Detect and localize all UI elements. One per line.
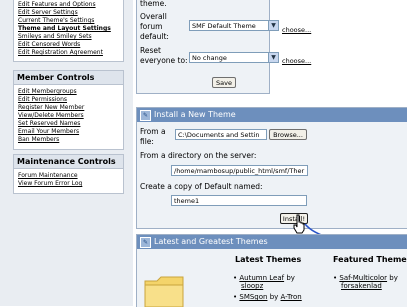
sidebar-link-current-theme[interactable]: Current Theme's Settings — [14, 17, 123, 25]
overall-choose-link[interactable]: choose... — [282, 26, 311, 34]
chevron-down-icon: ▼ — [268, 21, 278, 30]
save-button[interactable]: Save — [212, 77, 236, 88]
overall-theme-value: SMF Default Theme — [192, 22, 256, 30]
browse-button[interactable]: Browse... — [269, 129, 307, 140]
sidebar-link-error-log[interactable]: View Forum Error Log — [14, 180, 123, 188]
sidebar-link-registration-agreement[interactable]: Edit Registration Agreement — [14, 49, 123, 57]
maintenance-controls-title: Maintenance Controls — [14, 155, 123, 169]
latest-themes-box: ✎ Latest and Greatest Themes Latest Them… — [136, 234, 407, 307]
sidebar-link-features[interactable]: Edit Features and Options — [14, 1, 123, 9]
latest-themes-heading: Latest Themes — [235, 255, 302, 264]
featured-theme-link[interactable]: Saf-Multicolor — [339, 274, 387, 282]
sidebar-link-membergroups[interactable]: Edit Membergroups — [14, 88, 123, 96]
featured-theme-by: by — [389, 274, 398, 282]
install-theme-title: Install a New Theme — [154, 110, 236, 119]
latest-theme-by: by — [286, 274, 295, 282]
featured-theme-item: • Saf-Multicolor by — [333, 274, 398, 282]
theme-file-input[interactable]: C:\Documents and Settin — [175, 129, 267, 140]
latest-theme-link[interactable]: Autumn Leaf — [239, 274, 284, 282]
chevron-down-icon: ▼ — [268, 53, 278, 62]
latest-themes-title: Latest and Greatest Themes — [154, 237, 268, 246]
sidebar-panel-maintenance: Maintenance Controls Forum Maintenance V… — [13, 154, 124, 194]
theme-icon: ✎ — [140, 237, 151, 248]
theme-directory-input[interactable]: /home/mambosup/public_html/smf/Ther — [171, 165, 308, 176]
featured-theme-heading: Featured Theme — [333, 255, 407, 264]
settings-top-text: theme. — [140, 0, 167, 8]
sidebar-link-reserved-names[interactable]: Set Reserved Names — [14, 120, 123, 128]
sidebar-link-theme-layout[interactable]: Theme and Layout Settings — [14, 25, 123, 33]
reset-theme-value: No change — [192, 54, 227, 62]
latest-theme-by: by — [269, 293, 279, 301]
featured-theme-author-link[interactable]: forsakenlad — [341, 282, 382, 290]
bullet-icon: • — [233, 293, 238, 301]
copy-default-label: Create a copy of Default named: — [140, 182, 263, 191]
sidebar-link-smileys[interactable]: Smileys and Smiley Sets — [14, 33, 123, 41]
bullet-icon: • — [233, 274, 238, 282]
sidebar-link-register-member[interactable]: Register New Member — [14, 104, 123, 112]
overall-label-line-1: Overall — [140, 12, 167, 21]
sidebar-link-email-members[interactable]: Email Your Members — [14, 128, 123, 136]
copy-name-input[interactable]: theme1 — [171, 195, 307, 206]
from-directory-label: From a directory on the server: — [140, 151, 257, 160]
sidebar-panel-member-controls: Member Controls Edit Membergroups Edit P… — [13, 70, 124, 150]
reset-label-line-1: Reset — [140, 46, 161, 55]
sidebar-link-forum-maintenance[interactable]: Forum Maintenance — [14, 172, 123, 180]
member-controls-title: Member Controls — [14, 71, 123, 85]
reset-theme-select[interactable]: No change ▼ — [189, 52, 279, 63]
bullet-icon: • — [333, 274, 338, 282]
theme-icon: ✎ — [140, 110, 151, 121]
latest-theme-link[interactable]: SMSgon — [239, 293, 267, 301]
latest-themes-header: ✎ Latest and Greatest Themes — [137, 235, 407, 249]
sidebar-link-server-settings[interactable]: Edit Server Settings — [14, 9, 123, 17]
theme-settings-box: theme. Overall forum default: SMF Defaul… — [136, 0, 279, 94]
reset-choose-link[interactable]: choose... — [282, 57, 311, 65]
folder-icon — [144, 276, 184, 307]
admin-sidebar: Edit Features and Options Edit Server Se… — [0, 0, 133, 306]
overall-label-line-3: default: — [140, 32, 169, 41]
overall-label-line-2: forum — [140, 22, 163, 31]
sidebar-panel-configuration: Edit Features and Options Edit Server Se… — [13, 0, 124, 62]
latest-theme-author-link[interactable]: A-Tron — [281, 293, 302, 301]
sidebar-link-ban-members[interactable]: Ban Members — [14, 136, 123, 144]
latest-theme-author: sloopz — [241, 282, 263, 290]
latest-theme-item: • Autumn Leaf by — [233, 274, 295, 282]
sidebar-link-permissions[interactable]: Edit Permissions — [14, 96, 123, 104]
latest-theme-item: • SMSgon by A-Tron — [233, 293, 302, 301]
latest-theme-author-link[interactable]: sloopz — [241, 282, 263, 290]
from-file-label-line-2: file: — [140, 137, 154, 146]
install-theme-box: ✎ Install a New Theme From a file: C:\Do… — [136, 107, 407, 229]
main-content: theme. Overall forum default: SMF Defaul… — [133, 0, 407, 307]
sidebar-link-censored-words[interactable]: Edit Censored Words — [14, 41, 123, 49]
from-file-label-line-1: From a — [140, 127, 166, 136]
sidebar-link-view-members[interactable]: View/Delete Members — [14, 112, 123, 120]
featured-theme-author: forsakenlad — [341, 282, 382, 290]
reset-label-line-2: everyone to: — [140, 56, 188, 65]
overall-theme-select[interactable]: SMF Default Theme ▼ — [189, 20, 279, 31]
install-theme-header: ✎ Install a New Theme — [137, 108, 407, 122]
